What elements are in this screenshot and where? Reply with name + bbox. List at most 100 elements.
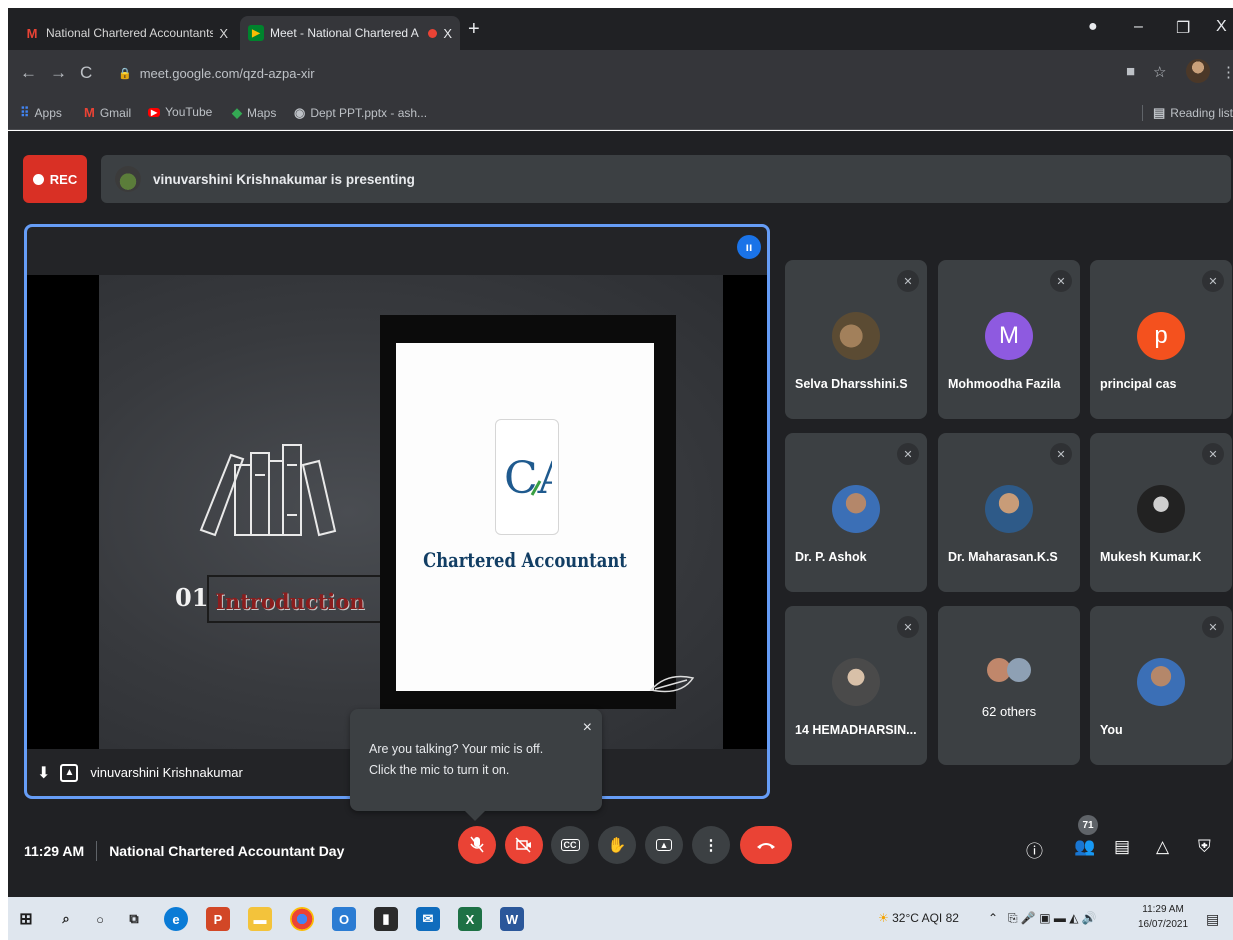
avatar [1137, 485, 1185, 533]
ca-logo: CA [495, 419, 559, 535]
restore-icon[interactable]: ❐ [1176, 18, 1190, 38]
mail-icon[interactable]: ✉ [416, 907, 440, 931]
mic-off-icon: ✕ [1050, 270, 1072, 292]
participant-tile-you[interactable]: ✕ You [1090, 606, 1232, 765]
participant-tile[interactable]: ✕ p principal cas [1090, 260, 1232, 419]
camera-off-icon [515, 837, 531, 853]
tab-gmail[interactable]: M National Chartered Accountants X [16, 16, 236, 50]
participant-tile[interactable]: ✕ 14 HEMADHARSIN... [785, 606, 927, 765]
bookmarks-bar: ⠿ Apps M Gmail ▶ YouTube ◆ Maps ◉ Dept P… [8, 96, 1233, 130]
pin-icon[interactable]: ⬇ [37, 763, 50, 783]
meeting-info: 11:29 AM National Chartered Accountant D… [24, 841, 344, 861]
bookmark-dept-ppt[interactable]: ◉ Dept PPT.pptx - ash... [294, 105, 427, 121]
participant-tile[interactable]: ✕ Mukesh Kumar.K [1090, 433, 1232, 592]
address-bar-row: ← → C 🔒 meet.google.com/qzd-azpa-xir ■ ☆… [8, 50, 1233, 96]
chrome-icon[interactable] [290, 907, 314, 931]
host-controls-icon[interactable]: ⛨ [1198, 837, 1211, 857]
taskbar-date: 16/07/2021 [1138, 919, 1189, 930]
profile-avatar[interactable] [1186, 59, 1210, 83]
participant-tile[interactable]: ✕ Dr. P. Ashok [785, 433, 927, 592]
window-close-icon[interactable]: X [1216, 18, 1227, 36]
store-icon[interactable]: ▮ [374, 907, 398, 931]
leave-call-button[interactable] [740, 826, 792, 864]
cortana-icon[interactable]: ○ [88, 907, 112, 931]
reading-list[interactable]: ▤ Reading list [1142, 105, 1233, 121]
bookmark-star-icon[interactable]: ☆ [1153, 63, 1166, 81]
cast-icon[interactable]: ■ [1126, 63, 1135, 80]
edge-icon[interactable]: e [164, 907, 188, 931]
bookmark-youtube[interactable]: ▶ YouTube [148, 105, 212, 119]
lock-icon: 🔒 [118, 67, 132, 80]
raise-hand-button[interactable]: ✋ [598, 826, 636, 864]
forward-icon[interactable]: → [50, 63, 67, 83]
activities-icon[interactable]: △ [1156, 837, 1169, 857]
bookmark-label: Gmail [99, 105, 132, 120]
bookmark-label: Apps [34, 106, 62, 120]
participant-name: Mukesh Kumar.K [1100, 550, 1202, 564]
rec-label: REC [49, 171, 78, 187]
profile-menu-icon[interactable]: ● [1088, 18, 1098, 36]
others-tile[interactable]: 62 others [938, 606, 1080, 765]
tab-meet[interactable]: ▶ Meet - National Chartered A X [240, 16, 460, 50]
reload-icon[interactable]: C [80, 63, 92, 83]
tab-title: National Chartered Accountants [46, 26, 214, 40]
hang-up-icon [757, 843, 775, 849]
participant-name: You [1100, 723, 1123, 737]
close-icon[interactable]: X [219, 26, 228, 41]
participant-tile[interactable]: ✕ M Mohmoodha Fazila [938, 260, 1080, 419]
chat-icon[interactable]: ▤ [1114, 837, 1130, 857]
windows-taskbar: ⊞ ⌕ ○ ⧉ e P ▬ O ▮ ✉ X W ☀ 32°C AQI 82 ⌃ … [8, 897, 1233, 940]
participant-name: principal cas [1100, 377, 1177, 391]
search-icon[interactable]: ⌕ [54, 907, 78, 931]
minimize-icon[interactable]: – [1134, 18, 1143, 36]
excel-icon[interactable]: X [458, 907, 482, 931]
back-icon[interactable]: ← [20, 63, 37, 83]
camera-toggle-button[interactable] [505, 826, 543, 864]
participant-name: Dr. P. Ashok [795, 550, 867, 564]
browser-tab-bar: M National Chartered Accountants X ▶ Mee… [8, 8, 1233, 50]
mic-off-tooltip: × Are you talking? Your mic is off. Clic… [350, 709, 602, 821]
bookmark-apps[interactable]: ⠿ Apps [20, 105, 62, 121]
bookmark-gmail[interactable]: M Gmail [84, 105, 131, 120]
leaf-doodle-icon [649, 675, 695, 693]
new-tab-button[interactable]: + [468, 18, 480, 41]
taskbar-clock[interactable]: 11:29 AM 16/07/2021 [1138, 902, 1188, 932]
tray-overflow-icon[interactable]: ⌃ [988, 911, 998, 925]
mic-off-icon: ✕ [1202, 443, 1224, 465]
meet-window: REC vinuvarshini Krishnakumar is present… [8, 131, 1233, 897]
more-options-button[interactable]: ⋮ [692, 826, 730, 864]
word-icon[interactable]: W [500, 907, 524, 931]
captions-button[interactable]: CC [551, 826, 589, 864]
notifications-icon[interactable]: ▤ [1206, 911, 1219, 928]
meeting-title: National Chartered Accountant Day [109, 843, 345, 859]
tab-title: Meet - National Chartered A [270, 26, 419, 40]
system-tray-icons[interactable]: ⎘ 🎤 ▣ ▬ ◭ 🔊 [1008, 911, 1097, 926]
windows-start-icon[interactable]: ⊞ [14, 907, 38, 931]
mic-toggle-button[interactable] [458, 826, 496, 864]
url-field[interactable]: 🔒 meet.google.com/qzd-azpa-xir [108, 58, 1108, 88]
file-explorer-icon[interactable]: ▬ [248, 907, 272, 931]
present-now-button[interactable]: ▲ [645, 826, 683, 864]
avatar [832, 485, 880, 533]
outlook-icon[interactable]: O [332, 907, 356, 931]
captions-icon: CC [560, 839, 580, 851]
powerpoint-icon[interactable]: P [206, 907, 230, 931]
close-icon[interactable]: × [583, 717, 592, 738]
bookmark-maps[interactable]: ◆ Maps [232, 105, 276, 121]
slide-frame: CA Chartered Accountant [380, 315, 676, 709]
mic-off-icon: ✕ [1202, 616, 1224, 638]
menu-icon[interactable]: ⋮ [1221, 63, 1233, 81]
recording-badge: REC [23, 155, 87, 203]
participant-tile[interactable]: ✕ Selva Dharsshini.S [785, 260, 927, 419]
chalkboard-background: 01 Introduction CA Chartered Accountant [99, 275, 723, 749]
weather-widget[interactable]: ☀ 32°C AQI 82 [878, 911, 959, 925]
participant-tile[interactable]: ✕ Dr. Maharasan.K.S [938, 433, 1080, 592]
close-icon[interactable]: X [443, 26, 452, 41]
presenting-banner: vinuvarshini Krishnakumar is presenting [101, 155, 1231, 203]
task-view-icon[interactable]: ⧉ [122, 907, 146, 931]
maps-icon: ◆ [232, 105, 242, 120]
participant-name: Mohmoodha Fazila [948, 377, 1061, 391]
participant-name: Selva Dharsshini.S [795, 377, 908, 391]
people-icon[interactable]: 👥 [1074, 837, 1095, 857]
meeting-details-icon[interactable]: ⓘ [1026, 837, 1043, 862]
